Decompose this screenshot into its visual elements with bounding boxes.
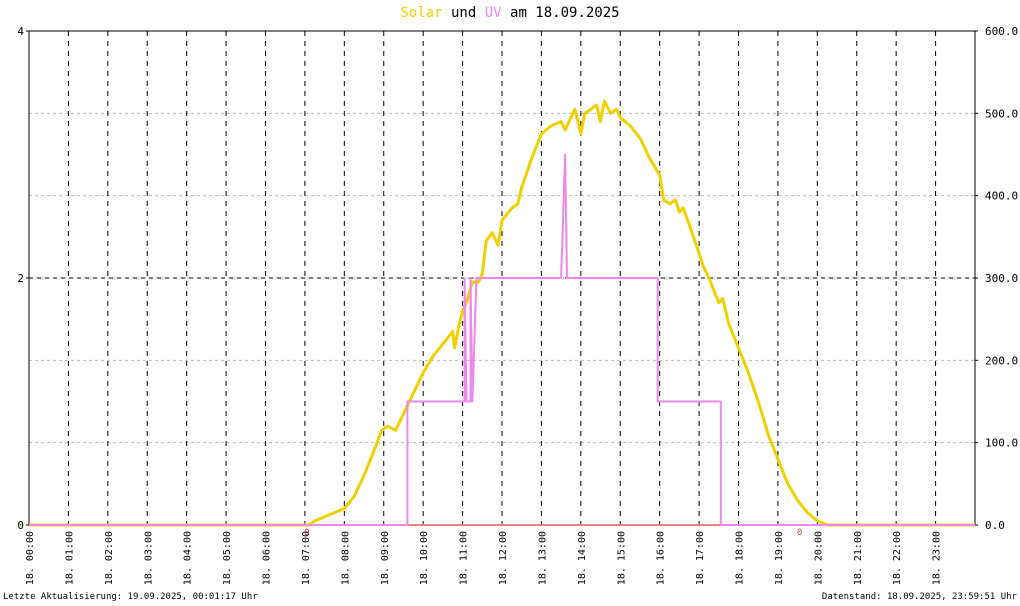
y-right-tick-label: 100.0 [985,437,1018,450]
footer-data-state: Datenstand: 18.09.2025, 23:59:51 Uhr [821,592,1017,602]
y-left-tick-label: 2 [17,272,24,285]
y-left-tick-label: 0 [17,519,24,532]
x-tick-label: 18. 22:00 [892,531,903,585]
y-right-tick-label: 600.0 [985,25,1018,38]
series-line-uv [29,153,975,526]
y-right-tick-label: 300.0 [985,272,1018,285]
x-tick-label: 18. 19:00 [774,531,785,585]
x-tick-label: 18. 10:00 [419,531,430,585]
x-tick-label: 18. 08:00 [340,531,351,585]
zero-marker: 0 [304,528,309,538]
x-tick-label: 18. 09:00 [380,531,391,585]
y-right-tick-label: 200.0 [985,354,1018,367]
x-tick-label: 18. 06:00 [262,531,273,585]
chart-canvas: 18. 00:00 18. 01:00 18. 02:00 18. 03:00 18. … [17,25,1018,585]
y-left-tick-label: 4 [17,25,24,38]
x-tick-label: 18. 21:00 [853,531,864,585]
x-tick-label: 18. 00:00 [25,531,36,585]
x-tick-label: 18. 03:00 [143,531,154,585]
x-tick-label: 18. 18:00 [735,531,746,585]
x-tick-label: 18. 20:00 [813,531,824,585]
zero-marker: 0 [797,528,802,538]
x-tick-label: 18. 05:00 [222,531,233,585]
x-tick-label: 18. 07:00 [301,531,312,585]
x-tick-label: 18. 16:00 [656,531,667,585]
x-tick-label: 18. 04:00 [183,531,194,585]
x-tick-label: 18. 14:00 [577,531,588,585]
x-tick-label: 18. 23:00 [932,531,943,585]
x-tick-label: 18. 13:00 [537,531,548,585]
solar-uv-chart-view: Solar und UV am 18.09.2025 18. 00:00 18. … [0,0,1020,606]
x-tick-label: 18. 15:00 [616,531,627,585]
x-tick-label: 18. 01:00 [64,531,75,585]
x-tick-label: 18. 17:00 [695,531,706,585]
y-right-tick-label: 0.0 [985,519,1005,532]
x-tick-label: 18. 12:00 [498,531,509,585]
y-right-tick-label: 500.0 [985,107,1018,120]
x-tick-label: 18. 02:00 [104,531,115,585]
x-tick-label: 18. 11:00 [459,531,470,585]
y-right-tick-label: 400.0 [985,190,1018,203]
footer-last-update: Letzte Aktualisierung: 19.09.2025, 00:01… [3,592,258,602]
